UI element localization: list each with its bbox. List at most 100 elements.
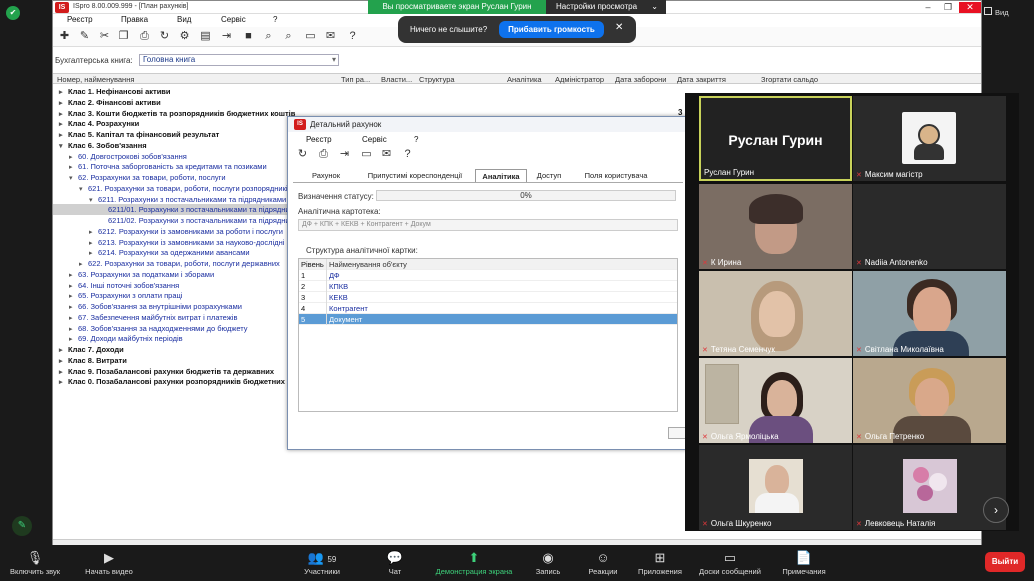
tab-user-fields[interactable]: Поля користувача bbox=[573, 169, 659, 182]
increase-volume-button[interactable]: Прибавить громкость bbox=[499, 21, 604, 38]
print-icon[interactable]: ⎙ bbox=[137, 29, 152, 44]
chevron-right-icon[interactable]: ▸ bbox=[59, 87, 68, 97]
reactions-button[interactable]: ☺ Реакции bbox=[582, 549, 624, 576]
chevron-right-icon[interactable]: ▸ bbox=[69, 281, 78, 291]
close-icon[interactable]: ✕ bbox=[959, 2, 981, 13]
new-icon[interactable]: ✚ bbox=[57, 29, 72, 44]
unmute-button[interactable]: 🎙 Включить звук bbox=[4, 549, 66, 576]
chevron-right-icon[interactable]: ▸ bbox=[79, 259, 88, 269]
minimize-icon[interactable]: – bbox=[921, 2, 935, 13]
col-collapse-balance[interactable]: Згортати сальдо bbox=[761, 75, 818, 84]
table-row-selected[interactable]: 5 Документ bbox=[299, 314, 677, 325]
search-icon[interactable]: ⌕ bbox=[261, 29, 276, 44]
dialog-menu-servis[interactable]: Сервіс bbox=[362, 135, 387, 144]
chevron-right-icon[interactable]: ▸ bbox=[69, 291, 78, 301]
chevron-right-icon[interactable]: ▸ bbox=[59, 98, 68, 108]
chevron-right-icon[interactable]: ▸ bbox=[89, 227, 98, 237]
copy-icon[interactable]: ❐ bbox=[116, 29, 131, 44]
notes-button[interactable]: 📄 Примечания bbox=[774, 549, 834, 576]
chevron-right-icon[interactable]: ▸ bbox=[69, 324, 78, 334]
col-props[interactable]: Власти... bbox=[381, 75, 412, 84]
book-select[interactable]: Головна книга ▾ bbox=[139, 54, 339, 66]
table-row[interactable]: 4 Контрагент bbox=[299, 303, 677, 314]
document-icon[interactable]: ▭ bbox=[359, 147, 374, 162]
filter-icon[interactable]: ▤ bbox=[198, 29, 213, 44]
chevron-right-icon[interactable]: ▸ bbox=[69, 270, 78, 280]
mail-icon[interactable]: ✉ bbox=[323, 29, 338, 44]
menu-servis[interactable]: Сервіс bbox=[221, 15, 246, 24]
col-name[interactable]: Номер, найменування bbox=[57, 75, 134, 84]
export-icon[interactable]: ⇥ bbox=[219, 29, 234, 44]
participants-button[interactable]: 👥 59 Участники bbox=[296, 549, 348, 576]
chevron-right-icon[interactable]: ▸ bbox=[69, 334, 78, 344]
chevron-right-icon[interactable]: ▸ bbox=[59, 367, 68, 377]
tab-access[interactable]: Доступ bbox=[529, 169, 569, 182]
export-icon[interactable]: ⇥ bbox=[337, 147, 352, 162]
maximize-icon[interactable]: ❐ bbox=[941, 2, 955, 13]
menu-pravka[interactable]: Правка bbox=[121, 15, 148, 24]
chevron-right-icon[interactable]: ▸ bbox=[69, 313, 78, 323]
col-ban-date[interactable]: Дата заборони bbox=[615, 75, 666, 84]
participant-tile[interactable]: ✕ Світлана Миколаївна bbox=[853, 271, 1006, 356]
dialog-menu-help[interactable]: ? bbox=[414, 135, 418, 144]
view-menu-label[interactable]: Вид bbox=[995, 8, 1009, 17]
chevron-down-icon[interactable]: ▾ bbox=[69, 173, 78, 183]
document-icon[interactable]: ▭ bbox=[303, 29, 318, 44]
refresh-icon[interactable]: ↻ bbox=[295, 147, 310, 162]
participant-tile[interactable]: ✕ Левковець Наталія bbox=[853, 445, 1006, 530]
close-icon[interactable]: ✕ bbox=[615, 22, 623, 33]
table-row[interactable]: 1 ДФ bbox=[299, 270, 677, 281]
grid-col-name[interactable]: Найменування об'єкту bbox=[329, 259, 407, 270]
participant-tile[interactable]: ✕ Nadiia Antonenko bbox=[853, 184, 1006, 269]
card-field[interactable]: ДФ + КПК + КЕКВ + Контрагент + Докум bbox=[298, 219, 678, 231]
menu-help[interactable]: ? bbox=[273, 15, 277, 24]
save-icon[interactable]: ■ bbox=[241, 29, 256, 44]
apps-button[interactable]: ⊞ Приложения bbox=[632, 549, 688, 576]
grid-col-level[interactable]: Рівень bbox=[301, 259, 327, 270]
dialog-menu-reestr[interactable]: Реєстр bbox=[306, 135, 332, 144]
col-structure[interactable]: Структура bbox=[419, 75, 455, 84]
table-row[interactable]: 2 КПКВ bbox=[299, 281, 677, 292]
participant-tile[interactable]: ✕ Ольга Петренко bbox=[853, 358, 1006, 443]
record-button[interactable]: ◉ Запись bbox=[530, 549, 566, 576]
chevron-right-icon[interactable]: ▸ bbox=[59, 130, 68, 140]
view-grid-icon[interactable] bbox=[984, 7, 992, 15]
chevron-right-icon[interactable]: ▸ bbox=[69, 302, 78, 312]
tree-row[interactable]: ▸ Клас 1. Нефінансові активи bbox=[53, 86, 383, 97]
col-close-date[interactable]: Дата закриття bbox=[677, 75, 726, 84]
start-video-button[interactable]: ▶ Начать видео bbox=[78, 549, 140, 576]
col-analytics[interactable]: Аналітика bbox=[507, 75, 542, 84]
chevron-right-icon[interactable]: ▸ bbox=[69, 152, 78, 162]
chevron-right-icon[interactable]: ▸ bbox=[89, 248, 98, 258]
tab-correspondences[interactable]: Припустимі кореспонденції bbox=[356, 169, 474, 182]
leave-button[interactable]: Выйти bbox=[985, 552, 1025, 572]
view-settings-button[interactable]: Настройки просмотра ⌄ bbox=[546, 0, 666, 14]
chevron-right-icon[interactable]: ▸ bbox=[59, 377, 68, 387]
col-admin[interactable]: Адміністратор bbox=[555, 75, 604, 84]
participant-tile[interactable]: Руслан Гурин Руслан Гурин bbox=[699, 96, 852, 181]
cut-icon[interactable]: ✂ bbox=[97, 29, 112, 44]
chevron-right-icon[interactable]: ▸ bbox=[69, 162, 78, 172]
table-row[interactable]: 3 КЕКВ bbox=[299, 292, 677, 303]
chevron-right-icon[interactable]: ▸ bbox=[59, 119, 68, 129]
tree-row[interactable]: ▸ Клас 2. Фінансові активи bbox=[53, 97, 383, 108]
participant-tile[interactable]: ✕ Максим магістр bbox=[853, 96, 1006, 181]
chevron-right-icon[interactable]: ▸ bbox=[59, 109, 68, 119]
security-shield-icon[interactable]: ✔ bbox=[6, 6, 20, 20]
edit-pencil-icon[interactable]: ✎ bbox=[12, 516, 32, 536]
chevron-down-icon[interactable]: ▾ bbox=[89, 195, 98, 205]
participant-tile[interactable]: ✕ Ольга Ярмоліцька bbox=[699, 358, 852, 443]
whiteboards-button[interactable]: ▭ Доски сообщений bbox=[692, 549, 768, 576]
chevron-down-icon[interactable]: ▾ bbox=[79, 184, 88, 194]
help-icon[interactable]: ? bbox=[400, 147, 415, 162]
tab-account[interactable]: Рахунок bbox=[298, 169, 354, 182]
menu-reestr[interactable]: Реєстр bbox=[67, 15, 93, 24]
settings-icon[interactable]: ⚙ bbox=[177, 29, 192, 44]
edit-icon[interactable]: ✎ bbox=[77, 29, 92, 44]
share-screen-button[interactable]: ⬆ Демонстрация экрана bbox=[428, 549, 520, 576]
next-page-button[interactable]: › bbox=[983, 497, 1009, 523]
refresh-icon[interactable]: ↻ bbox=[157, 29, 172, 44]
menu-vyd[interactable]: Вид bbox=[177, 15, 191, 24]
participant-tile[interactable]: ✕ К Ирина bbox=[699, 184, 852, 269]
find-next-icon[interactable]: ⌕ bbox=[281, 29, 296, 44]
